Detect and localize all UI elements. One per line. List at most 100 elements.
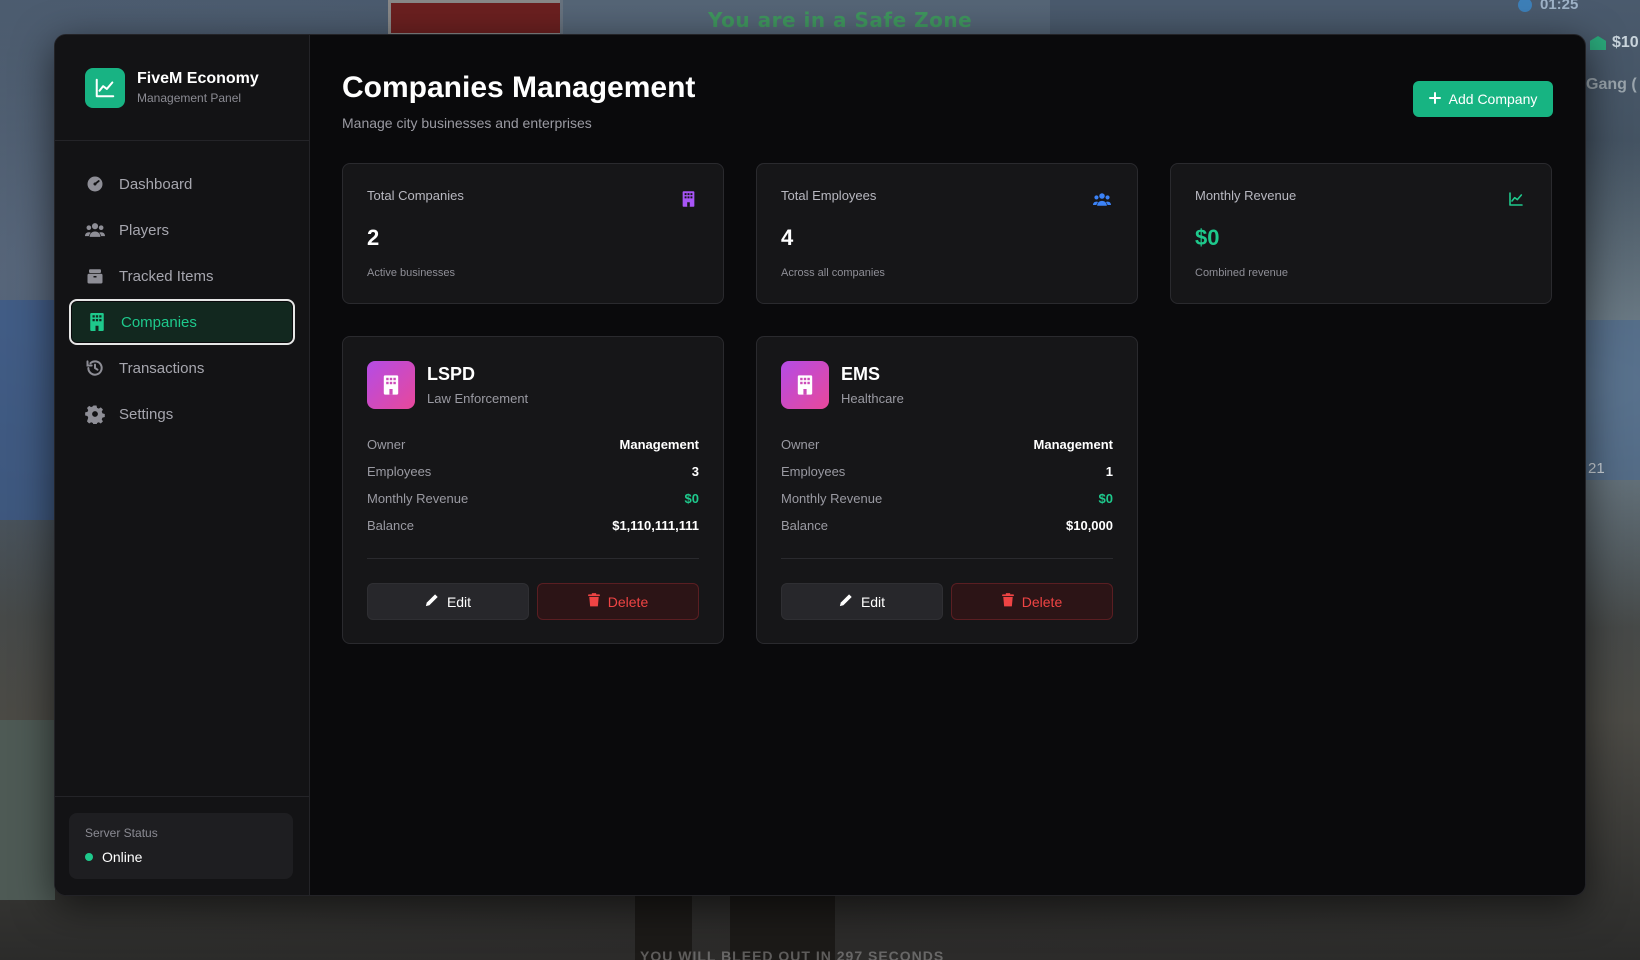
background-billboard [388,0,563,36]
sidebar-item-settings[interactable]: Settings [69,391,295,437]
sidebar-item-label: Transactions [119,359,205,377]
hud-bleed-text: YOU WILL BLEED OUT IN 297 SECONDS [640,948,945,960]
stat-value: 4 [781,225,794,250]
brand-title: FiveM Economy [137,70,259,87]
server-status-text: Online [102,849,143,865]
trash-icon [587,593,600,610]
detail-row-employees: Employees 1 [781,458,1113,485]
stat-note: Active businesses [367,267,456,279]
company-header: LSPD Law Enforcement [367,361,699,409]
background-road [0,720,55,900]
company-actions: Edit Delete [781,583,1113,620]
box-icon [85,266,105,286]
company-type: Healthcare [841,391,904,406]
gauge-icon [85,174,105,194]
detail-value: $10,000 [1066,518,1113,533]
stats-row: Total Companies 2 Active businesses Tota… [342,163,1553,304]
hud-money-text: $10 [1612,34,1639,51]
company-type: Law Enforcement [427,391,529,406]
stat-label: Monthly Revenue [1195,188,1297,203]
main-content: Companies Management Manage city busines… [310,35,1585,895]
sidebar-item-label: Settings [119,405,174,423]
sidebar-item-dashboard[interactable]: Dashboard [69,161,295,207]
sidebar-item-companies[interactable]: Companies [69,299,295,345]
detail-value: 3 [691,464,699,479]
company-actions: Edit Delete [367,583,699,620]
company-card: LSPD Law Enforcement Owner Management Em… [342,336,724,644]
divider [367,558,699,559]
detail-value: Management [1033,437,1113,452]
detail-row-employees: Employees 3 [367,458,699,485]
chart-line-icon [85,67,125,108]
detail-value: $1,110,111,111 [612,518,699,533]
detail-row-revenue: Monthly Revenue $0 [367,485,699,512]
edit-label: Edit [860,593,886,610]
hud-money: $10 [1590,34,1639,52]
sidebar-item-tracked-items[interactable]: Tracked Items [69,253,295,299]
company-header: EMS Healthcare [781,361,1113,409]
stat-value: 2 [367,225,380,250]
building-icon [87,312,107,332]
edit-button[interactable]: Edit [781,583,943,620]
company-details: Owner Management Employees 1 Monthly Rev… [781,431,1113,539]
status-dot-icon [85,853,93,861]
sidebar-item-players[interactable]: Players [69,207,295,253]
delete-button[interactable]: Delete [951,583,1113,620]
detail-label: Owner [367,437,406,452]
hud-clock: 01:25 [1518,0,1578,13]
sidebar-item-label: Companies [121,313,197,331]
company-name: EMS [841,364,881,384]
users-icon [85,220,105,240]
detail-label: Balance [367,518,414,533]
clock-icon [1518,0,1532,12]
detail-row-revenue: Monthly Revenue $0 [781,485,1113,512]
divider [781,558,1113,559]
pencil-icon [839,593,853,610]
detail-label: Employees [367,464,432,479]
server-status-card: Server Status Online [69,813,293,879]
add-company-label: Add Company [1448,91,1538,107]
delete-label: Delete [607,593,649,610]
detail-label: Monthly Revenue [781,491,883,506]
detail-row-owner: Owner Management [781,431,1113,458]
add-company-button[interactable]: Add Company [1413,81,1553,117]
brand: FiveM Economy Management Panel [55,35,309,141]
trash-icon [1001,593,1014,610]
stat-label: Total Companies [367,188,464,203]
sidebar-nav: Dashboard Players Tracked Items Companie… [55,141,309,437]
page-subtitle: Manage city businesses and enterprises [342,115,592,131]
stat-card-total-employees: Total Employees 4 Across all companies [756,163,1138,304]
chart-line-icon [1507,190,1525,208]
company-name: LSPD [427,364,476,384]
background-building [0,300,60,520]
server-status-label: Server Status [85,826,158,840]
edit-button[interactable]: Edit [367,583,529,620]
brand-subtitle: Management Panel [137,91,242,105]
page-title: Companies Management [342,71,696,104]
company-details: Owner Management Employees 3 Monthly Rev… [367,431,699,539]
detail-label: Employees [781,464,846,479]
hud-number: 21 [1588,460,1605,477]
delete-button[interactable]: Delete [537,583,699,620]
stat-note: Across all companies [781,267,885,279]
sidebar-item-label: Dashboard [119,175,193,193]
building-icon [781,361,829,409]
gear-icon [85,404,105,424]
divider [55,796,309,797]
users-icon [1093,190,1111,208]
edit-label: Edit [446,593,472,610]
management-panel: FiveM Economy Management Panel Dashboard… [54,34,1586,896]
plus-icon [1428,91,1441,107]
detail-value: $0 [1098,491,1113,506]
companies-grid: LSPD Law Enforcement Owner Management Em… [342,336,1553,644]
detail-value: $0 [684,491,699,506]
hud-time-text: 01:25 [1540,0,1579,13]
delete-label: Delete [1021,593,1063,610]
building-icon [367,361,415,409]
hud-gang: Gang ( [1586,76,1637,93]
detail-label: Owner [781,437,820,452]
stat-card-total-companies: Total Companies 2 Active businesses [342,163,724,304]
detail-label: Balance [781,518,828,533]
detail-row-balance: Balance $10,000 [781,512,1113,539]
sidebar-item-transactions[interactable]: Transactions [69,345,295,391]
